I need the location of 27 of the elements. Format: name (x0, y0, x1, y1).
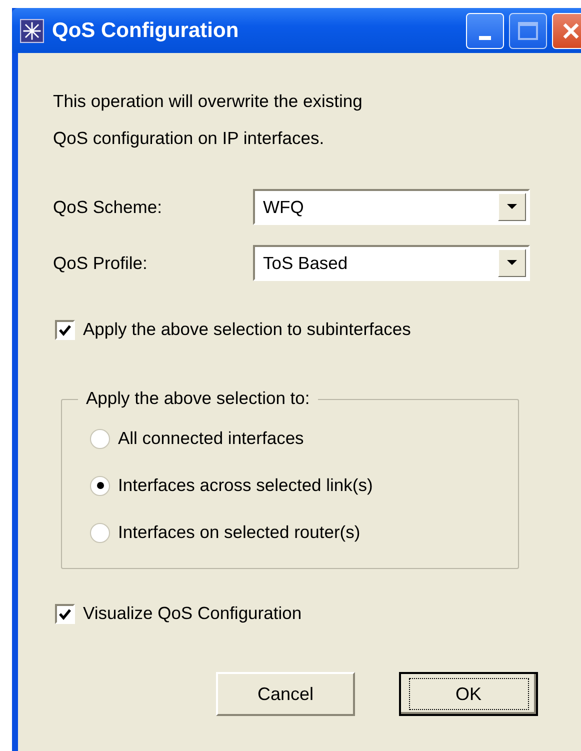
checkbox-label[interactable]: Apply the above selection to subinterfaces (83, 319, 411, 340)
field-label: QoS Profile: (53, 252, 148, 274)
message-text: This operation will overwrite the existing (53, 90, 364, 113)
checkbox[interactable] (55, 320, 75, 340)
cancel-button[interactable]: Cancel (216, 672, 355, 716)
window-title: QoS Configuration (52, 18, 240, 42)
checkbox-label[interactable]: Visualize QoS Configuration (83, 603, 302, 624)
radio-label[interactable]: Interfaces across selected link(s) (118, 475, 373, 496)
radio-label[interactable]: Interfaces on selected router(s) (118, 522, 360, 543)
radio-button[interactable] (90, 476, 110, 496)
checkbox[interactable] (55, 604, 75, 624)
caret-icon (507, 260, 517, 266)
radio-button[interactable] (90, 522, 110, 542)
minimize-button[interactable] (466, 12, 504, 48)
message-text: QoS configuration on IP interfaces. (53, 127, 326, 150)
close-button[interactable] (552, 12, 581, 48)
star-icon (20, 18, 44, 42)
dropdown[interactable]: WFQ (253, 189, 530, 225)
check-icon (58, 606, 72, 620)
radio-button[interactable] (90, 428, 110, 448)
maximize-button[interactable] (509, 12, 547, 48)
radio-label[interactable]: All connected interfaces (118, 428, 304, 449)
ok-button[interactable]: OK (399, 672, 538, 716)
dropdown[interactable]: ToS Based (253, 245, 530, 281)
field-label: QoS Scheme: (53, 196, 163, 218)
check-icon (58, 322, 72, 336)
caret-icon (507, 204, 517, 210)
